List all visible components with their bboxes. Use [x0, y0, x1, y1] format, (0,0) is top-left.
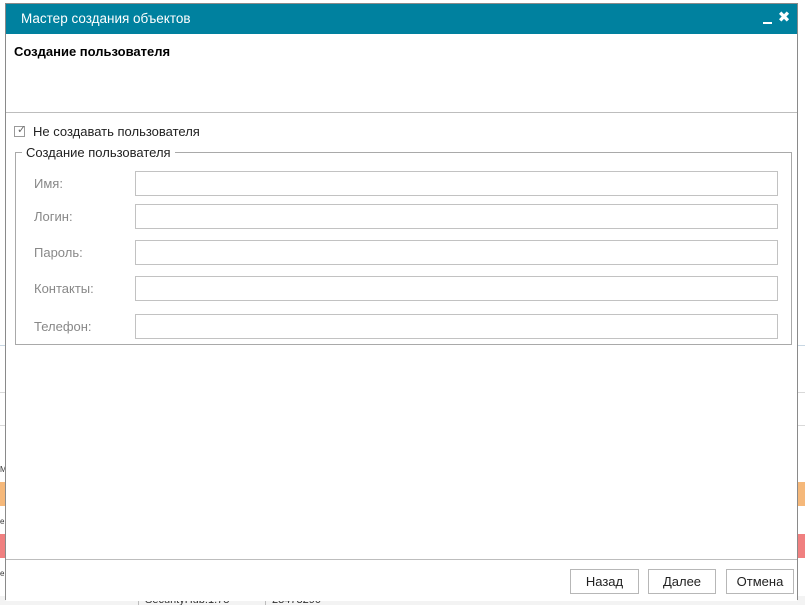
close-icon[interactable]: ✖ [776, 9, 792, 27]
object-wizard-dialog: Мастер создания объектов ✖ Создание поль… [5, 3, 798, 601]
background-mark: e [0, 517, 5, 526]
dialog-titlebar[interactable]: Мастер создания объектов ✖ [6, 4, 797, 34]
password-field[interactable] [135, 240, 778, 265]
back-button[interactable]: Назад [570, 569, 639, 594]
login-label: Логин: [34, 209, 73, 224]
phone-field[interactable] [135, 314, 778, 339]
form-row-name: Имя: [16, 171, 791, 197]
checkmark-icon: ✓ [17, 124, 27, 136]
form-row-password: Пароль: [16, 240, 791, 266]
wizard-step-header: Создание пользователя [6, 34, 797, 113]
form-row-contacts: Контакты: [16, 276, 791, 302]
form-row-phone: Телефон: [16, 314, 791, 340]
password-label: Пароль: [34, 245, 83, 260]
contacts-label: Контакты: [34, 281, 94, 296]
group-legend: Создание пользователя [22, 145, 175, 160]
skip-user-label: Не создавать пользователя [33, 124, 200, 139]
phone-label: Телефон: [34, 319, 92, 334]
next-button[interactable]: Далее [648, 569, 716, 594]
page-title: Создание пользователя [14, 44, 171, 59]
minimize-icon[interactable] [759, 9, 775, 27]
user-creation-group: Создание пользователя Имя: Логин: Пароль… [15, 145, 792, 345]
background-mark: e [0, 569, 5, 578]
contacts-field[interactable] [135, 276, 778, 301]
name-field[interactable] [135, 171, 778, 196]
skip-user-checkbox-row[interactable]: ✓ Не создавать пользователя [14, 124, 200, 139]
skip-user-checkbox[interactable]: ✓ [14, 124, 27, 137]
dialog-footer: Назад Далее Отмена [6, 559, 797, 601]
login-field[interactable] [135, 204, 778, 229]
cancel-button[interactable]: Отмена [726, 569, 794, 594]
name-label: Имя: [34, 176, 63, 191]
dialog-title: Мастер создания объектов [21, 11, 191, 26]
form-row-login: Логин: [16, 204, 791, 230]
